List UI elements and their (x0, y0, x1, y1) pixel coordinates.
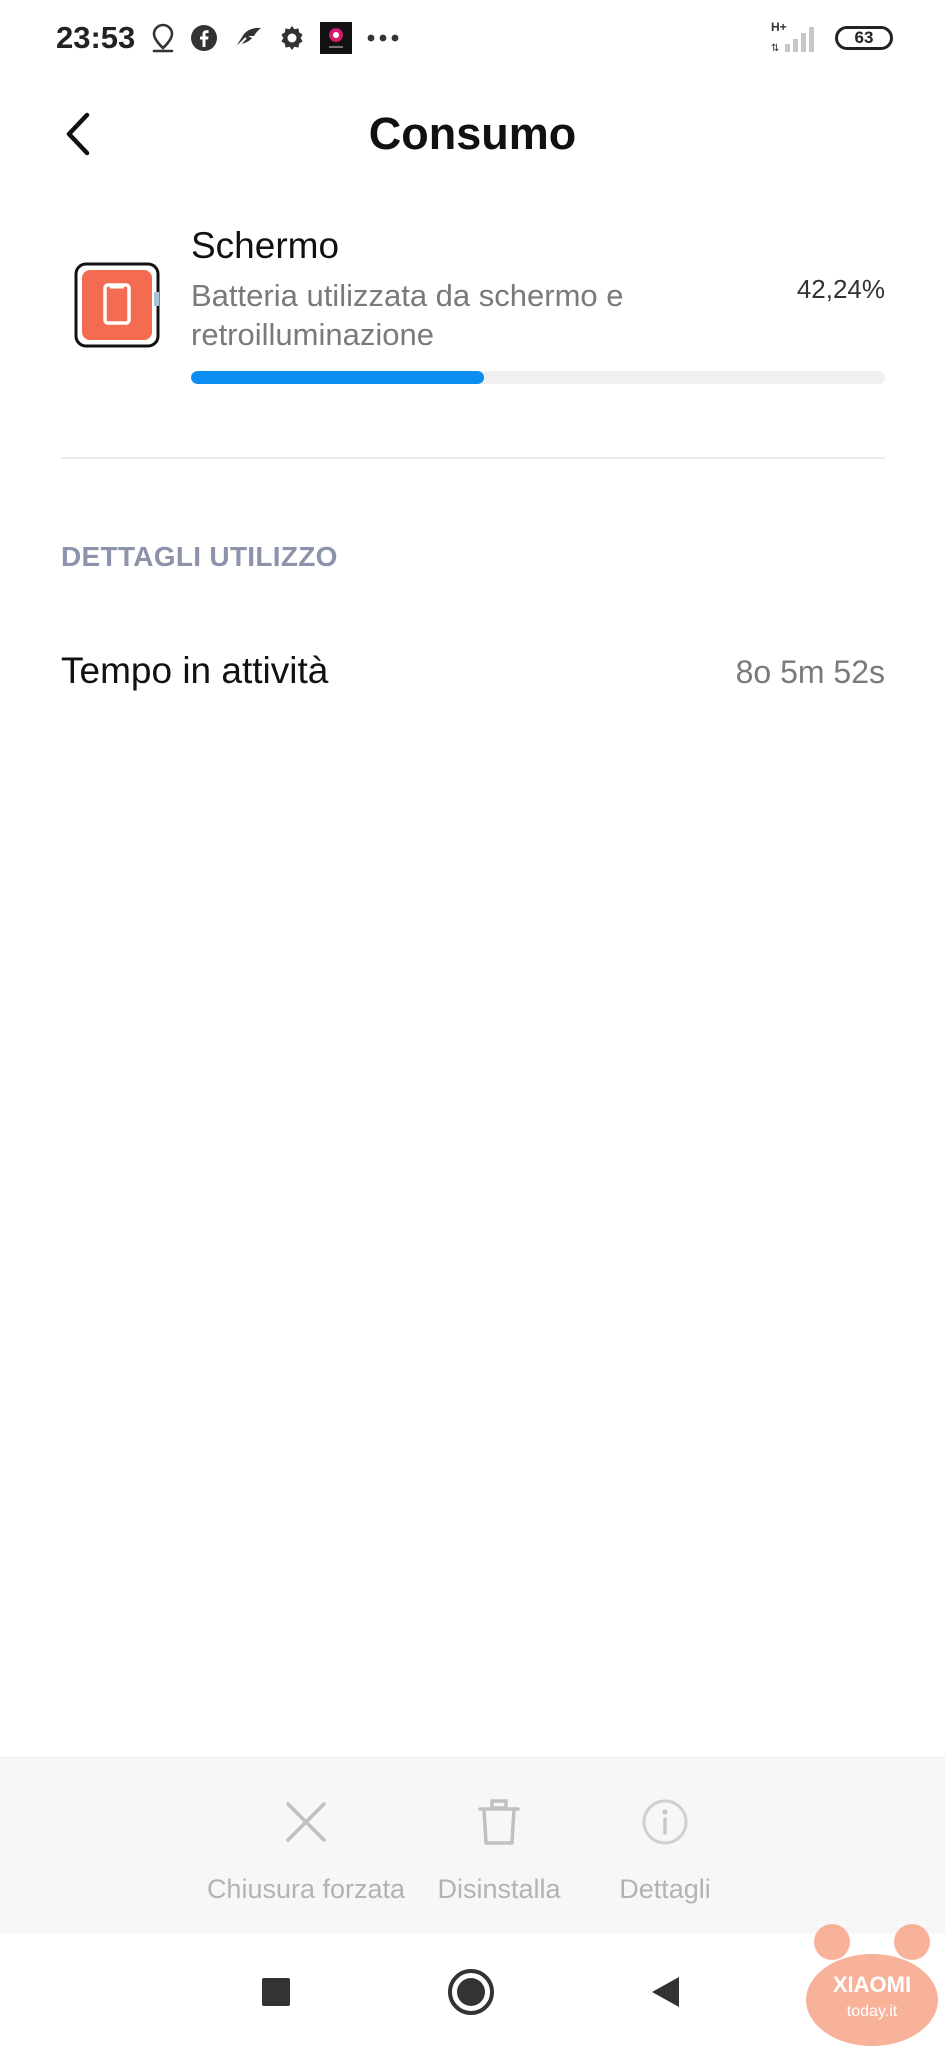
recents-button[interactable] (248, 1964, 304, 2020)
home-button[interactable] (443, 1964, 499, 2020)
divider (61, 457, 885, 459)
item-title: Schermo (191, 225, 340, 266)
feather-icon (232, 24, 264, 52)
close-icon (286, 1802, 326, 1842)
page-title: Consumo (368, 108, 577, 159)
item-description: Batteria utilizzata da schermo e retroil… (191, 278, 624, 352)
screen-icon (74, 262, 160, 348)
back-nav-button[interactable] (638, 1964, 694, 2020)
triangle-back-icon (652, 1977, 679, 2007)
usage-progress-bar (191, 371, 885, 384)
details-label: Dettagli (619, 1874, 711, 1904)
battery-indicator: 63 (835, 26, 893, 50)
app-icon (320, 22, 352, 54)
square-icon (262, 1978, 290, 2006)
action-bar: Chiusura forzata Disinstalla Dettagli (0, 1757, 945, 1935)
force-stop-label: Chiusura forzata (206, 1874, 406, 1904)
usage-percent: 42,24% (796, 274, 885, 304)
info-icon (642, 1799, 688, 1845)
watermark-brand: XIAOMI (833, 1972, 911, 1997)
more-icon (366, 33, 400, 43)
xiaomitoday-watermark: XIAOMI today.it (800, 1912, 945, 2048)
active-time-label: Tempo in attività (61, 650, 329, 691)
signal-icon: H+ ⇅ (771, 20, 821, 54)
system-indicators: H+ ⇅ 63 (771, 20, 893, 54)
details-button[interactable]: Dettagli (555, 1758, 775, 1934)
section-header-usage-details: DETTAGLI UTILIZZO (61, 541, 338, 572)
home-circle-icon (448, 1969, 494, 2015)
force-stop-button[interactable]: Chiusura forzata (196, 1758, 416, 1934)
active-time-value: 8o 5m 52s (735, 654, 885, 690)
notification-icons (150, 22, 400, 54)
gear-icon (278, 24, 306, 52)
status-time: 23:53 (56, 20, 136, 55)
trash-icon (478, 1799, 520, 1845)
watermark-domain: today.it (847, 2003, 898, 2020)
usage-progress-fill (191, 371, 485, 384)
svg-text:⇅: ⇅ (771, 43, 779, 54)
location-icon (150, 22, 176, 54)
facebook-icon (190, 24, 218, 52)
status-bar: 23:53 H+ ⇅ 63 (0, 0, 945, 80)
